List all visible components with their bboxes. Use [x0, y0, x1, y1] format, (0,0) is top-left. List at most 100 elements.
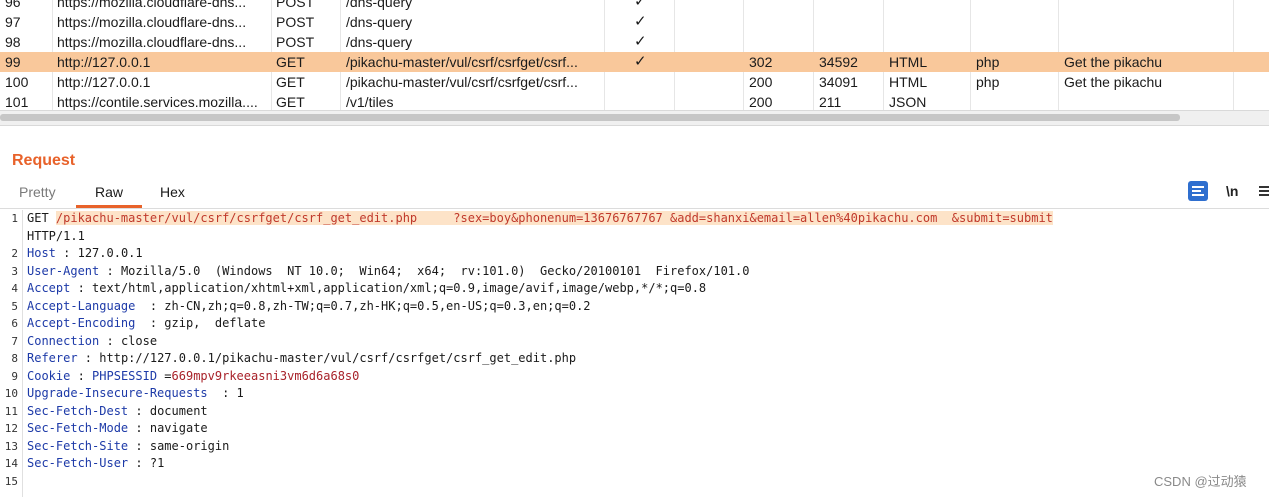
row-status: 200: [749, 94, 773, 110]
row-title: Get the pikachu: [1064, 54, 1163, 70]
row-host: https://mozilla.cloudflare-dns...: [57, 0, 247, 10]
row-length: 34091: [819, 74, 858, 90]
header-value: navigate: [149, 421, 208, 435]
editor-line[interactable]: 15: [0, 473, 1269, 491]
request-pane-title: Request: [12, 152, 76, 169]
header-separator: :: [128, 421, 150, 435]
cookie-equals: =: [157, 368, 172, 383]
editor-line[interactable]: HTTP/1.1: [0, 228, 1269, 246]
header-value: ?1: [149, 456, 165, 470]
editor-line[interactable]: 1 GET /pikachu-master/vul/csrf/csrfget/cs…: [0, 210, 1269, 228]
tab-hex[interactable]: Hex: [160, 184, 185, 208]
header-value: zh-CN,zh;q=0.8,zh-TW;q=0.7,zh-HK;q=0.5,e…: [164, 298, 591, 313]
row-number: 99: [5, 54, 21, 70]
line-content: GET /pikachu-master/vul/csrf/csrfget/csr…: [27, 210, 1053, 228]
row-params-check: ✓: [634, 0, 647, 10]
row-method: GET: [276, 94, 305, 110]
line-content: Upgrade-Insecure-Requests : 1: [27, 385, 244, 403]
row-host: https://mozilla.cloudflare-dns...: [57, 14, 247, 30]
editor-line[interactable]: 13 Sec-Fetch-Site : same-origin: [0, 438, 1269, 456]
header-name: Sec-Fetch-Mode: [27, 421, 129, 435]
line-content: Referer : http://127.0.0.1/pikachu-maste…: [27, 350, 576, 368]
line-content: Host : 127.0.0.1: [27, 245, 143, 263]
line-number: 10: [4, 387, 18, 400]
row-url: /dns-query: [346, 0, 413, 10]
header-value: 127.0.0.1: [77, 246, 143, 260]
header-name: Upgrade-Insecure-Requests: [27, 386, 208, 400]
line-number: 5: [11, 299, 18, 313]
header-value: close: [120, 333, 158, 348]
menu-icon[interactable]: [1259, 181, 1269, 201]
editor-line[interactable]: 14 Sec-Fetch-User : ?1: [0, 455, 1269, 473]
header-name: User-Agent: [27, 263, 100, 278]
horizontal-scrollbar[interactable]: [0, 110, 1269, 126]
row-status: 302: [749, 54, 773, 70]
line-content: Sec-Fetch-Dest : document: [27, 403, 208, 421]
editor-line[interactable]: 12 Sec-Fetch-Mode : navigate: [0, 420, 1269, 438]
line-content: Accept-Encoding : gzip, deflate: [27, 315, 265, 333]
line-content: HTTP/1.1: [27, 228, 85, 246]
line-content: Sec-Fetch-Mode : navigate: [27, 420, 208, 438]
line-number: 3: [11, 264, 18, 278]
line-text: HTTP/1.1: [27, 228, 85, 243]
editor-line[interactable]: 11 Sec-Fetch-Dest : document: [0, 403, 1269, 421]
editor-line[interactable]: 6 Accept-Encoding : gzip, deflate: [0, 315, 1269, 333]
header-value: http://127.0.0.1/pikachu-master/vul/csrf…: [99, 351, 577, 365]
header-separator: :: [70, 368, 93, 383]
header-value: 1: [236, 386, 244, 400]
row-number: 98: [5, 34, 21, 50]
row-mime: JSON: [889, 94, 927, 110]
tab-pretty[interactable]: Pretty: [19, 184, 56, 208]
editor-line[interactable]: 5 Accept-Language : zh-CN,zh;q=0.8,zh-TW;…: [0, 298, 1269, 316]
header-name: Accept: [27, 281, 71, 295]
editor-line[interactable]: 7 Connection : close: [0, 333, 1269, 351]
table-row[interactable]: 96 https://mozilla.cloudflare-dns... POST /…: [0, 0, 1269, 12]
row-url: /pikachu-master/vul/csrf/csrfget/csrf...: [346, 54, 578, 70]
line-number: 6: [11, 317, 18, 330]
table-row[interactable]: 101 https://contile.services.mozilla.... G…: [0, 92, 1269, 112]
header-name: Accept-Language: [27, 298, 136, 313]
table-row-selected[interactable]: 99 http://127.0.0.1 GET/pikachu-master/vul…: [0, 52, 1269, 72]
request-path: /pikachu-master/vul/csrf/csrfget/csrf_ge…: [55, 211, 454, 225]
table-row[interactable]: 97 https://mozilla.cloudflare-dns... POST /…: [0, 12, 1269, 32]
header-separator: :: [99, 333, 121, 348]
watermark: CSDN @过动猿: [1154, 474, 1247, 489]
line-number: 13: [4, 439, 18, 453]
table-row[interactable]: 98 https://mozilla.cloudflare-dns... POST /…: [0, 32, 1269, 52]
row-params-check: ✓: [634, 53, 647, 70]
editor-line[interactable]: 10 Upgrade-Insecure-Requests : 1: [0, 385, 1269, 403]
editor-line[interactable]: 4 Accept : text/html,application/xhtml+xm…: [0, 280, 1269, 298]
header-separator: :: [70, 281, 93, 295]
header-value: gzip, deflate: [164, 316, 266, 330]
line-number: 7: [11, 334, 18, 348]
row-method: POST: [276, 0, 315, 10]
header-separator: :: [99, 263, 121, 278]
query-string: ?sex=boy&phonenum=13676767767 &add=shanx…: [453, 211, 1053, 225]
header-value: same-origin: [149, 438, 230, 453]
row-method: POST: [276, 14, 315, 30]
row-host: https://mozilla.cloudflare-dns...: [57, 34, 247, 50]
header-value: document: [149, 403, 208, 418]
editor-line[interactable]: 9 Cookie : PHPSESSID =669mpv9rkeeasni3vm6…: [0, 368, 1269, 386]
header-name: Sec-Fetch-Dest: [27, 403, 129, 418]
cookie-value: 669mpv9rkeeasni3vm6d6a68s0: [171, 368, 360, 383]
line-content: Sec-Fetch-Site : same-origin: [27, 438, 229, 456]
header-value: text/html,application/xhtml+xml,applicat…: [92, 281, 707, 295]
row-number: 96: [5, 0, 21, 10]
newline-icon[interactable]: \n: [1226, 181, 1238, 201]
editor-line[interactable]: 3 User-Agent : Mozilla/5.0 (Windows NT 10…: [0, 263, 1269, 281]
line-number: 4: [11, 282, 18, 295]
table-row[interactable]: 100 http://127.0.0.1 GET/pikachu-master/vu…: [0, 72, 1269, 92]
line-content: Accept : text/html,application/xhtml+xml…: [27, 280, 706, 298]
header-name: Host: [27, 246, 56, 260]
line-number: 14: [4, 457, 18, 470]
scrollbar-thumb[interactable]: [0, 114, 1180, 121]
line-content: Sec-Fetch-User : ?1: [27, 455, 164, 473]
row-status: 200: [749, 74, 773, 90]
header-name: Cookie: [27, 368, 71, 383]
header-separator: :: [135, 298, 165, 313]
editor-line[interactable]: 2 Host : 127.0.0.1: [0, 245, 1269, 263]
wrap-lines-icon[interactable]: [1188, 181, 1208, 201]
editor-line[interactable]: 8 Referer : http://127.0.0.1/pikachu-mast…: [0, 350, 1269, 368]
proxy-history-table: 96 https://mozilla.cloudflare-dns... POST /…: [0, 0, 1269, 112]
